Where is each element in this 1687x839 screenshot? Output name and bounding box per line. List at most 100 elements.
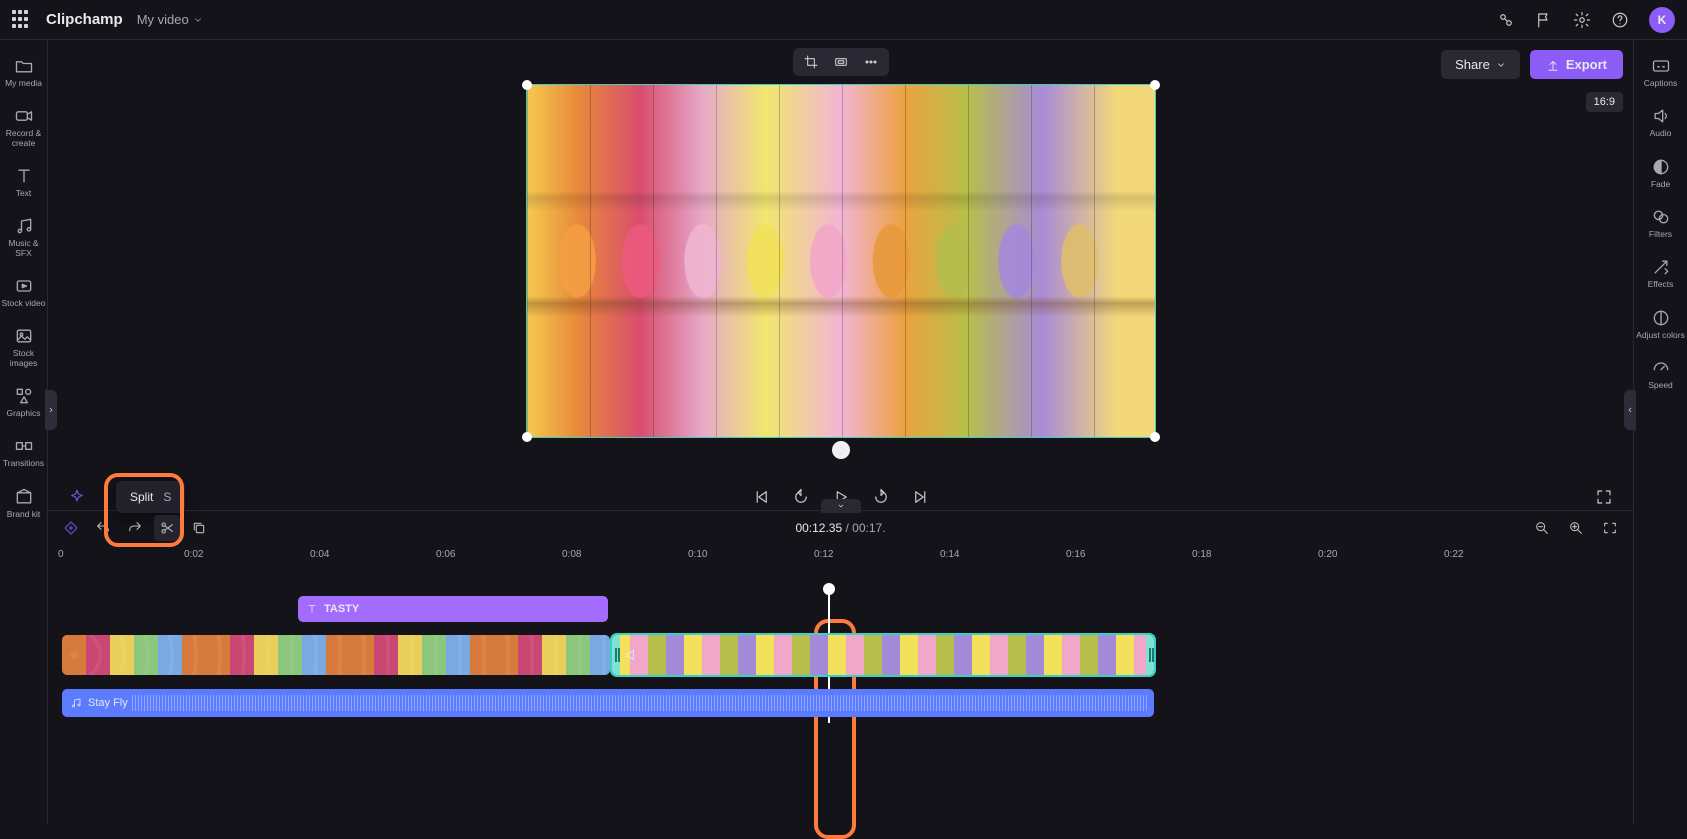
sidebar-item-label: Effects — [1648, 280, 1674, 289]
share-label: Share — [1455, 57, 1490, 72]
sidebar-item-my-media[interactable]: My media — [2, 50, 46, 94]
audio-track[interactable]: Stay Fly — [58, 683, 1623, 723]
split-button[interactable] — [154, 515, 180, 541]
plus-diamond-icon — [63, 520, 79, 536]
clip-trim-handle-left[interactable] — [612, 635, 620, 675]
text-icon — [306, 603, 318, 615]
fit-button[interactable] — [833, 54, 849, 70]
gear-icon[interactable] — [1573, 11, 1591, 29]
clip-trim-handle-right[interactable] — [1146, 635, 1154, 675]
speaker-icon[interactable] — [624, 647, 640, 663]
sidebar-item-filters[interactable]: Filters — [1636, 201, 1686, 245]
total-time: 00:17. — [852, 521, 885, 535]
ruler-tick: 0:22 — [1444, 549, 1463, 560]
flag-icon[interactable] — [1535, 11, 1553, 29]
upload-icon — [1546, 58, 1560, 72]
text-clip[interactable]: TASTY — [298, 596, 608, 622]
timeline-ruler[interactable]: 00:020:040:060:080:100:120:140:160:180:2… — [48, 545, 1633, 569]
timeline: Split S 00:12.35 / 00:17. 00:020:040:060… — [48, 510, 1633, 824]
more-button[interactable] — [863, 54, 879, 70]
rotate-icon — [835, 445, 846, 456]
timeline-tracks: TASTY Stay Fly — [48, 589, 1633, 723]
sidebar-item-label: Speed — [1648, 381, 1673, 390]
captions-icon — [1651, 56, 1671, 76]
right-sidebar: Captions Audio Fade Filters Effects Adju… — [1633, 40, 1687, 824]
aspect-ratio-button[interactable]: 16:9 — [1586, 92, 1623, 112]
sidebar-item-graphics[interactable]: Graphics — [2, 380, 46, 424]
resize-handle-tr[interactable] — [1150, 80, 1160, 90]
help-icon[interactable] — [1611, 11, 1629, 29]
add-track-button[interactable] — [58, 515, 84, 541]
sidebar-item-adjust-colors[interactable]: Adjust colors — [1636, 302, 1686, 346]
export-label: Export — [1566, 57, 1607, 72]
ruler-tick: 0:20 — [1318, 549, 1337, 560]
sidebar-item-stock-images[interactable]: Stock images — [2, 320, 46, 374]
zoom-in-button[interactable] — [1563, 515, 1589, 541]
resize-handle-br[interactable] — [1150, 432, 1160, 442]
video-clip-2-selected[interactable] — [612, 635, 1154, 675]
copy-button[interactable] — [186, 515, 212, 541]
video-track[interactable] — [58, 635, 1623, 677]
sidebar-item-fade[interactable]: Fade — [1636, 151, 1686, 195]
export-button[interactable]: Export — [1530, 50, 1623, 79]
sidebar-item-captions[interactable]: Captions — [1636, 50, 1686, 94]
zoom-out-icon — [1534, 520, 1550, 536]
avatar-initial: K — [1658, 13, 1667, 27]
crop-button[interactable] — [803, 54, 819, 70]
timeline-zoom-group — [1529, 515, 1623, 541]
ruler-tick: 0:14 — [940, 549, 959, 560]
project-name-dropdown[interactable]: My video — [137, 12, 203, 27]
crop-icon — [803, 54, 819, 70]
sidebar-item-label: Fade — [1651, 180, 1670, 189]
sidebar-item-transitions[interactable]: Transitions — [2, 430, 46, 474]
ruler-tick: 0:16 — [1066, 549, 1085, 560]
sidebar-item-speed[interactable]: Speed — [1636, 352, 1686, 396]
sidebar-item-text[interactable]: Text — [2, 160, 46, 204]
brand-icon — [14, 487, 34, 507]
ruler-tick: 0 — [58, 549, 64, 560]
transition-icon — [14, 436, 34, 456]
video-preview[interactable] — [526, 84, 1156, 438]
chevron-down-icon — [836, 502, 846, 510]
audio-clip-label: Stay Fly — [88, 697, 128, 709]
sidebar-item-label: Captions — [1644, 79, 1678, 88]
tooltip-shortcut: S — [163, 490, 171, 504]
sidebar-item-stock-video[interactable]: Stock video — [2, 270, 46, 314]
zoom-out-button[interactable] — [1529, 515, 1555, 541]
ellipsis-icon — [863, 54, 879, 70]
sidebar-item-label: Graphics — [6, 409, 40, 418]
zoom-in-icon — [1568, 520, 1584, 536]
sidebar-item-label: Stock images — [2, 349, 46, 368]
sidebar-item-audio[interactable]: Audio — [1636, 100, 1686, 144]
upgrade-icon[interactable] — [1497, 11, 1515, 29]
shapes-icon — [14, 386, 34, 406]
undo-button[interactable] — [90, 515, 116, 541]
resize-handle-bl[interactable] — [522, 432, 532, 442]
sidebar-item-label: Audio — [1650, 129, 1672, 138]
audio-clip[interactable]: Stay Fly — [62, 689, 1154, 717]
scissors-icon — [159, 520, 175, 536]
share-button[interactable]: Share — [1441, 50, 1520, 79]
redo-button[interactable] — [122, 515, 148, 541]
rotate-handle[interactable] — [832, 441, 850, 459]
fit-width-icon — [1602, 520, 1618, 536]
sidebar-item-record[interactable]: Record & create — [2, 100, 46, 154]
video-clip-1[interactable] — [62, 635, 610, 675]
resize-handle-tl[interactable] — [522, 80, 532, 90]
project-name-label: My video — [137, 12, 189, 27]
ruler-tick: 0:18 — [1192, 549, 1211, 560]
zoom-fit-button[interactable] — [1597, 515, 1623, 541]
apps-grid-button[interactable] — [12, 10, 32, 30]
topbar-right-group: K — [1497, 7, 1675, 33]
aspect-ratio-label: 16:9 — [1594, 96, 1615, 108]
ruler-tick: 0:12 — [814, 549, 833, 560]
sidebar-item-label: Adjust colors — [1636, 331, 1685, 340]
sidebar-item-label: Music & SFX — [2, 239, 46, 258]
sidebar-item-music[interactable]: Music & SFX — [2, 210, 46, 264]
image-icon — [14, 326, 34, 346]
sidebar-item-effects[interactable]: Effects — [1636, 251, 1686, 295]
avatar[interactable]: K — [1649, 7, 1675, 33]
sidebar-item-brand-kit[interactable]: Brand kit — [2, 481, 46, 525]
text-track[interactable]: TASTY — [58, 589, 1623, 629]
speed-icon — [1651, 358, 1671, 378]
